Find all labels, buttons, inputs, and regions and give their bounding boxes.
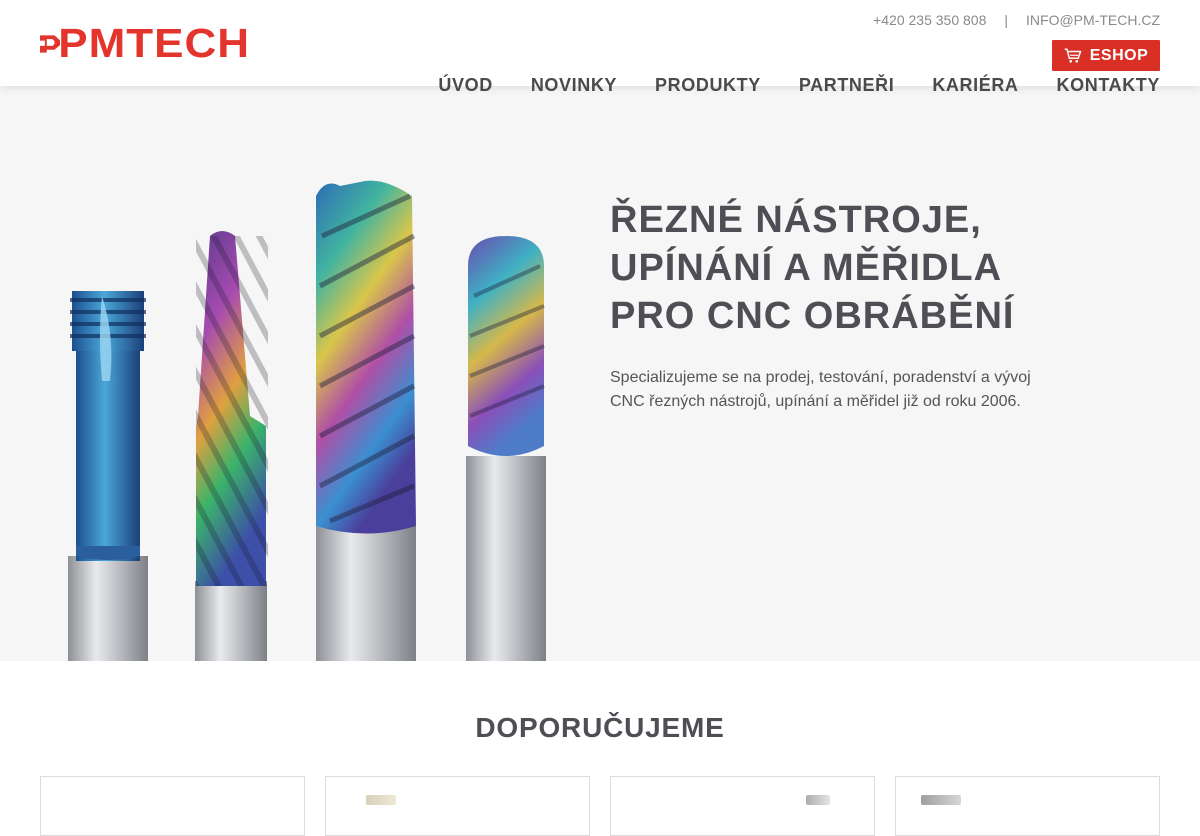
eshop-label: ESHOP xyxy=(1089,46,1149,64)
product-card[interactable] xyxy=(610,776,875,836)
contact-line: +420 235 350 808 | INFO@PM-TECH.CZ xyxy=(873,12,1160,28)
hero-title-line-2: UPÍNÁNÍ A MĚŘIDLA xyxy=(610,247,1003,289)
nav-item-produkty[interactable]: PRODUKTY xyxy=(655,74,761,96)
email-link[interactable]: INFO@PM-TECH.CZ xyxy=(1026,12,1160,28)
phone-link[interactable]: +420 235 350 808 xyxy=(873,12,986,28)
nav-item-partneri[interactable]: PARTNEŘI xyxy=(799,74,894,96)
main-nav: ÚVOD NOVINKY PRODUKTY PARTNEŘI KARIÉRA K… xyxy=(438,74,1160,96)
product-card[interactable] xyxy=(895,776,1160,836)
product-thumbnail xyxy=(806,795,830,805)
hero-title-line-1: ŘEZNÉ NÁSTROJE, xyxy=(610,199,982,241)
hero-title-line-3: PRO CNC OBRÁBĚNÍ xyxy=(610,295,1015,337)
product-thumbnail xyxy=(366,795,396,805)
site-header: PMTECH +420 235 350 808 | INFO@PM-TECH.C… xyxy=(0,0,1200,95)
product-card[interactable] xyxy=(40,776,305,836)
product-card[interactable] xyxy=(325,776,590,836)
hero-title: ŘEZNÉ NÁSTROJE, UPÍNÁNÍ A MĚŘIDLA PRO CN… xyxy=(610,196,1130,340)
cart-icon xyxy=(1064,48,1081,63)
product-thumbnail xyxy=(921,795,961,805)
pm-logo-mark-icon xyxy=(40,35,61,53)
contact-separator: | xyxy=(1004,12,1009,28)
nav-item-kariera[interactable]: KARIÉRA xyxy=(932,74,1018,96)
eshop-button[interactable]: ESHOP xyxy=(1052,40,1160,71)
logo-text: PMTECH xyxy=(58,21,250,67)
nav-item-novinky[interactable]: NOVINKY xyxy=(531,74,617,96)
recommend-cards xyxy=(40,776,1160,836)
hero-section: ŘEZNÉ NÁSTROJE, UPÍNÁNÍ A MĚŘIDLA PRO CN… xyxy=(0,86,1200,661)
logo[interactable]: PMTECH xyxy=(40,21,250,67)
nav-item-kontakty[interactable]: KONTAKTY xyxy=(1057,74,1160,96)
hero-subtitle: Specializujeme se na prodej, testování, … xyxy=(610,369,1031,410)
nav-item-uvod[interactable]: ÚVOD xyxy=(438,74,492,96)
hero-tools-image xyxy=(68,180,546,661)
recommend-title: DOPORUČUJEME xyxy=(475,712,725,743)
